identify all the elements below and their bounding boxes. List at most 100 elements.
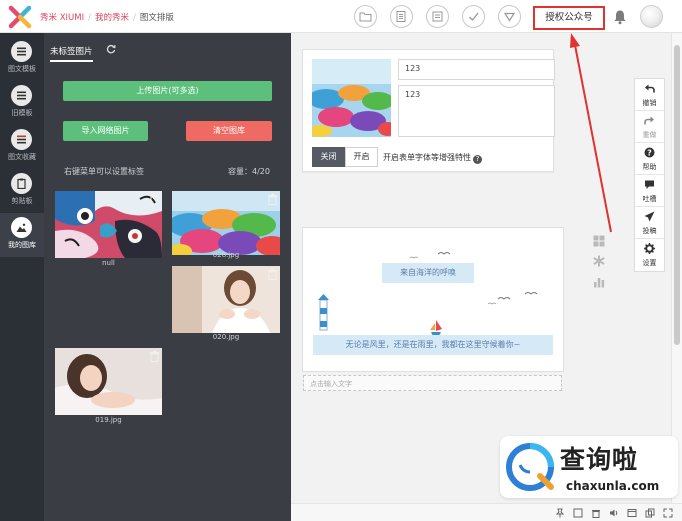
enhance-features-label: 开启表单字体等增强特性? [383,152,482,164]
ocean-template-card[interactable]: 来自海洋的呼唤 无论是风里，还是在雨里，我都在这里守候着你~ [302,227,564,372]
trash-icon[interactable] [267,193,278,205]
svg-text:?: ? [647,149,652,158]
save-button[interactable] [426,5,449,28]
switch-off-button[interactable]: 关闭 [312,147,345,167]
xiumi-logo[interactable] [8,5,32,29]
check-icon [469,12,479,21]
enhance-features-text: 开启表单字体等增强特性 [383,153,471,162]
comment-icon [645,180,654,189]
nav-item-templates[interactable]: 图文模板 [0,37,44,81]
trash-icon[interactable] [149,193,160,205]
title-input[interactable]: 123 [398,59,555,80]
tool-label: 吐槽 [642,195,657,203]
nav-label: 剪贴板 [11,197,33,205]
image-caption: 020.jpg [212,333,240,341]
tool-label: 撤销 [642,99,657,107]
image-caption: 019.jpg [95,416,122,424]
import-web-image-button[interactable]: 导入网络图片 [63,121,148,141]
bell-icon[interactable] [612,9,628,25]
undo-button[interactable]: 撤销 [635,79,664,111]
umbrellas-image [312,59,391,137]
nav-item-my-gallery[interactable]: 我的图库 [0,213,44,257]
chaxunla-logo [506,443,554,491]
ocean-caption-bubble[interactable]: 无论是风里，还是在雨里，我都在这里守候着你~ [313,335,553,355]
help-button[interactable]: ? 帮助 [635,143,664,175]
trash-icon[interactable] [149,350,160,362]
ocean-title-bubble[interactable]: 来自海洋的呼唤 [382,263,474,283]
volume-icon[interactable] [609,508,619,518]
more-dropdown-button[interactable] [498,5,521,28]
upload-images-button[interactable]: 上传图片(可多选) [63,81,272,101]
clear-gallery-button[interactable]: 清空图库 [186,121,272,141]
gear-icon [644,243,655,254]
nav-label: 旧模板 [11,109,33,117]
nav-label: 图文收藏 [8,153,36,161]
image-caption: 028.jpg [212,251,240,259]
switch-on-button[interactable]: 开启 [345,147,378,167]
square-icon[interactable] [573,508,583,518]
authorize-account-button[interactable]: 授权公众号 [533,6,605,30]
nav-item-favorites[interactable]: 图文收藏 [0,125,44,169]
breadcrumb: 秀米 XIUMI / 我的秀米 / 图文排版 [40,13,174,23]
help-icon[interactable]: ? [473,155,482,164]
breadcrumb-section[interactable]: 我的秀米 [95,13,129,23]
image-caption: null [102,259,115,267]
breadcrumb-current: 图文排版 [139,13,174,23]
triangle-down-icon [503,12,516,22]
watermark: 查询啦 chaxunla.com [500,436,678,498]
summary-textarea[interactable]: 123 [398,85,555,137]
undo-icon [645,84,655,93]
redo-icon [644,116,654,125]
list-icon [17,91,26,100]
tool-label: 帮助 [642,163,657,171]
gallery-image[interactable] [172,191,280,255]
tool-label: 重做 [642,131,657,139]
trash-icon[interactable] [267,268,278,280]
image-icon [16,223,27,232]
text-input-placeholder[interactable]: 点击输入文字 [303,375,562,391]
open-folder-button[interactable] [354,5,377,28]
tab-untagged-images[interactable]: 未标签图片 [50,45,93,62]
nav-label: 图文模板 [8,65,36,73]
bar-chart-icon[interactable] [593,276,605,288]
trash-icon[interactable] [591,508,601,518]
gallery-image[interactable] [55,191,162,258]
capacity-label: 容量：4/20 [228,167,270,176]
user-avatar[interactable] [640,5,663,28]
umbrellas-image [172,191,280,255]
folder-icon [359,12,372,22]
nav-label: 我的图库 [8,241,36,249]
refresh-icon[interactable] [106,44,116,54]
confirm-button[interactable] [462,5,485,28]
submit-button[interactable]: 投稿 [635,207,664,239]
gallery-image[interactable] [172,266,280,333]
settings-button[interactable]: 设置 [635,239,664,271]
pin-icon[interactable] [555,508,565,518]
asterisk-icon[interactable] [593,255,605,267]
gallery-image[interactable] [55,348,162,415]
grid-icon[interactable] [593,235,605,247]
redo-button[interactable]: 重做 [635,111,664,143]
tool-label: 设置 [642,259,657,267]
send-icon [644,211,655,222]
scrollbar-thumb[interactable] [674,45,680,345]
editor-scrollbar[interactable] [671,33,682,503]
editor-area: 123 123 关闭 开启 开启表单字体等增强特性? 来自海洋的呼唤 无论是风里… [291,33,671,503]
window-icon[interactable] [627,508,637,518]
copy-button[interactable] [390,5,413,28]
copy-icon [396,11,406,22]
status-bar [291,503,682,521]
pattern-art-image [55,191,162,258]
breadcrumb-brand[interactable]: 秀米 XIUMI [40,13,84,23]
watermark-title: 查询啦 [560,445,639,474]
copy-icon[interactable] [645,508,655,518]
nav-item-old-templates[interactable]: 旧模板 [0,81,44,125]
feedback-button[interactable]: 吐槽 [635,175,664,207]
nav-item-clipboard[interactable]: 剪贴板 [0,169,44,213]
gallery-panel: 未标签图片 上传图片(可多选) 导入网络图片 清空图库 右键菜单可以设置标签 容… [44,33,291,521]
expand-icon[interactable] [663,508,673,518]
context-menu-hint: 右键菜单可以设置标签 [64,167,144,176]
cover-image[interactable] [312,59,391,137]
help-icon: ? [644,147,655,158]
list-icon [17,135,26,144]
